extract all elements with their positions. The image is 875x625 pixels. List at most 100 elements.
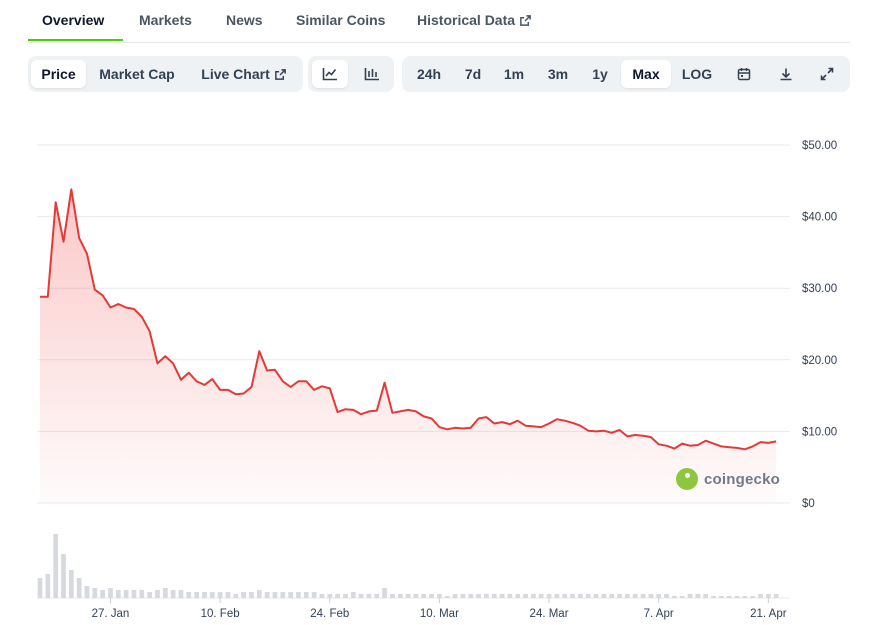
volume-bar: [108, 588, 113, 598]
volume-bar: [546, 594, 552, 598]
volume-bar: [672, 596, 677, 598]
volume-bar: [437, 594, 442, 598]
volume-bar: [61, 554, 66, 598]
volume-bar: [194, 592, 199, 598]
volume-bar: [225, 592, 231, 598]
volume-bar: [327, 594, 333, 598]
volume-bar: [765, 594, 771, 598]
volume-bar: [249, 592, 254, 598]
volume-bar: [656, 594, 662, 598]
volume-bar: [484, 594, 489, 598]
volume-bar: [68, 570, 74, 598]
x-tick-label: 7. Apr: [644, 608, 674, 620]
volume-bar: [264, 592, 270, 598]
volume-bar: [476, 594, 481, 598]
volume-bar: [233, 594, 239, 598]
volume-bar: [288, 592, 293, 598]
volume-bar: [773, 594, 779, 598]
x-tick-label: 10. Mar: [420, 608, 459, 620]
y-tick-label: $50.00: [802, 140, 837, 152]
volume-bar: [296, 592, 301, 598]
volume-bar: [468, 594, 474, 598]
volume-bar: [139, 590, 145, 598]
volume-bar: [343, 594, 348, 598]
volume-bar: [202, 592, 207, 598]
volume-bar: [162, 588, 168, 598]
volume-bar: [679, 596, 685, 598]
volume-bar: [554, 594, 560, 598]
volume-bar: [523, 594, 528, 598]
volume-bar: [256, 590, 262, 598]
volume-bar: [601, 594, 607, 598]
volume-bar: [585, 594, 591, 598]
volume-bar: [538, 594, 544, 598]
volume-bar: [491, 594, 497, 598]
volume-bar: [734, 596, 740, 598]
volume-bar: [718, 596, 724, 598]
price-chart[interactable]: $50.00 $40.00 $30.00 $20.00 $10.00 $0 27. Jan…: [0, 0, 875, 625]
volume-bar: [499, 594, 505, 598]
volume-bar: [703, 594, 709, 598]
volume-bar: [155, 590, 160, 598]
price-area: [40, 189, 777, 503]
volume-bar: [358, 594, 364, 598]
x-tick-label: 27. Jan: [92, 608, 130, 620]
volume-bar: [147, 592, 152, 598]
volume-bar: [217, 592, 223, 598]
volume-bar: [687, 594, 693, 598]
volume-bar: [123, 590, 129, 598]
volume-bar: [507, 594, 513, 598]
volume-bar: [531, 594, 536, 598]
volume-bar: [209, 592, 215, 598]
volume-bar: [303, 592, 309, 598]
volume-bar: [311, 592, 317, 598]
volume-bar: [241, 592, 246, 598]
volume-bar: [397, 594, 403, 598]
volume-bar: [366, 594, 372, 598]
y-tick-label: $10.00: [802, 426, 837, 438]
volume-bar: [625, 594, 630, 598]
volume-bar: [374, 594, 380, 598]
volume-bar: [186, 592, 192, 598]
volume-bar: [593, 594, 599, 598]
x-tick-label: 24. Feb: [310, 608, 349, 620]
volume-bar: [405, 594, 411, 598]
y-tick-label: $40.00: [802, 212, 837, 224]
volume-bar: [695, 594, 701, 598]
x-tick-label: 24. Mar: [530, 608, 569, 620]
volume-bar: [53, 534, 59, 598]
x-tick-label: 10. Feb: [201, 608, 240, 620]
x-tick-label: 21. Apr: [750, 608, 787, 620]
volume-bar: [726, 596, 732, 598]
volume-bar: [45, 574, 51, 598]
volume-bar: [76, 578, 82, 598]
volume-bar: [742, 596, 748, 598]
volume-bar: [515, 594, 521, 598]
volume-bar: [84, 586, 90, 598]
volume-bar: [750, 596, 756, 598]
y-tick-label: $20.00: [802, 355, 837, 367]
volume-bar: [92, 588, 98, 598]
volume-bar: [578, 594, 583, 598]
y-tick-label: $30.00: [802, 283, 837, 295]
volume-bar: [562, 594, 568, 598]
y-tick-label: $0: [802, 498, 815, 510]
volume-bar: [382, 588, 387, 598]
volume-bar: [421, 594, 427, 598]
volume-bar: [460, 594, 466, 598]
volume-bar: [640, 594, 646, 598]
volume-bar: [280, 592, 286, 598]
watermark-text: coingecko: [704, 470, 780, 488]
coingecko-watermark: coingecko: [676, 468, 780, 490]
volume-bar: [170, 590, 176, 598]
volume-bar: [335, 594, 340, 598]
volume-bar: [632, 594, 638, 598]
volume-bar: [413, 594, 419, 598]
volume-bar: [609, 594, 615, 598]
volume-bar: [178, 590, 184, 598]
volume-bar: [390, 594, 395, 598]
volume-bar: [131, 590, 137, 598]
volume-bar: [115, 590, 121, 598]
volume-bar: [444, 596, 450, 598]
volume-bar: [570, 594, 575, 598]
